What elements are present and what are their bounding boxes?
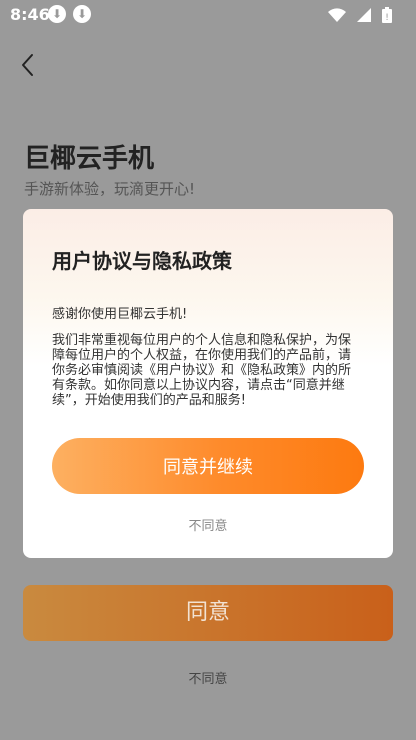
app-title: 巨椰云手机: [24, 144, 155, 174]
dialog-title: 用户协议与隐私政策: [52, 249, 232, 273]
download-icon: ⬇: [73, 5, 91, 23]
agree-continue-button[interactable]: 同意并继续: [52, 438, 364, 494]
status-bar: 8:46 ⬇ ⬇ !: [0, 0, 416, 30]
dialog-greeting: 感谢你使用巨椰云手机!: [52, 307, 188, 322]
disagree-link-background: 不同意: [188, 672, 228, 687]
dialog-body-text: 我们非常重视每位用户的个人信息和隐私保护，为保障每位用户的个人权益，在你使用我们…: [52, 333, 352, 408]
agree-button-background: 同意: [23, 585, 393, 641]
back-arrow-icon[interactable]: [14, 50, 44, 80]
status-time: 8:46: [10, 5, 50, 24]
system-icons: !: [322, 6, 392, 27]
svg-text:!: !: [385, 13, 389, 23]
download-icon: ⬇: [48, 5, 66, 23]
signal-icon: [356, 7, 371, 26]
privacy-dialog: 用户协议与隐私政策 感谢你使用巨椰云手机! 我们非常重视每位用户的个人信息和隐私…: [23, 209, 393, 558]
app-subtitle: 手游新体验，玩滴更开心!: [24, 180, 196, 198]
disagree-button[interactable]: 不同意: [23, 515, 393, 534]
battery-icon: !: [382, 6, 392, 27]
wifi-icon: [327, 7, 346, 26]
